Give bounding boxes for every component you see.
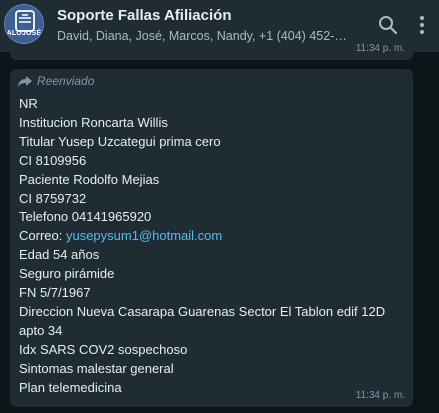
chat-title[interactable]: Soporte Fallas Afiliación [57, 7, 231, 24]
email-link[interactable]: yusepysum1@hotmail.com [66, 228, 222, 243]
email-line: Correo: yusepysum1@hotmail.com [19, 227, 409, 246]
message-line: Sintomas malestar general [19, 360, 174, 376]
previous-message-bubble[interactable]: 11:34 p. m. [10, 43, 413, 60]
message-line: NR [19, 96, 38, 111]
previous-message-time: 11:34 p. m. [355, 43, 405, 54]
message-line: Idx SARS COV2 sospechoso [19, 341, 188, 357]
message-line: Plan telemedicina [19, 379, 122, 395]
message-time: 11:34 p. m. [355, 390, 405, 401]
message-line: Seguro pirámide [19, 266, 115, 282]
chat-participants[interactable]: David, Diana, José, Marcos, Nandy, +1 (4… [57, 29, 347, 43]
message-line: Direccion Nueva Casarapa Guarenas Sector… [19, 303, 386, 319]
message-line: Titular Yusep Uzcategui prima cero [19, 133, 221, 149]
group-avatar[interactable]: ALOJOSÉ [4, 4, 44, 44]
message-line: Telefono 04141965920 [19, 209, 152, 225]
message-bubble[interactable]: Reenviado NR Institucion Roncarta Willis… [10, 69, 413, 407]
kebab-menu-icon [420, 16, 424, 34]
menu-button[interactable] [410, 13, 434, 37]
message-line: Paciente Rodolfo Mejias [19, 171, 160, 187]
message-line: FN 5/7/1967 [19, 285, 91, 301]
forward-icon [18, 75, 32, 87]
avatar-label: ALOJOSÉ [6, 30, 42, 37]
search-icon [379, 16, 398, 35]
forwarded-indicator: Reenviado [18, 74, 94, 88]
message-list[interactable]: 11:34 p. m. Reenviado NR Institucion Ron… [0, 43, 439, 413]
message-text: NR Institucion Roncarta Willis Titular Y… [19, 95, 409, 398]
message-line: apto 34 [19, 322, 63, 338]
chat-window: ALOJOSÉ Soporte Fallas Afiliación David,… [0, 0, 439, 413]
message-line: Institucion Roncarta Willis [19, 114, 168, 130]
message-line: Edad 54 años [19, 247, 100, 263]
avatar-logo-icon [5, 5, 43, 43]
message-line: CI 8759732 [19, 190, 87, 206]
forwarded-label: Reenviado [37, 74, 95, 88]
email-label: Correo: [19, 228, 66, 244]
search-button[interactable] [376, 13, 400, 37]
message-line: CI 8109956 [19, 152, 87, 168]
